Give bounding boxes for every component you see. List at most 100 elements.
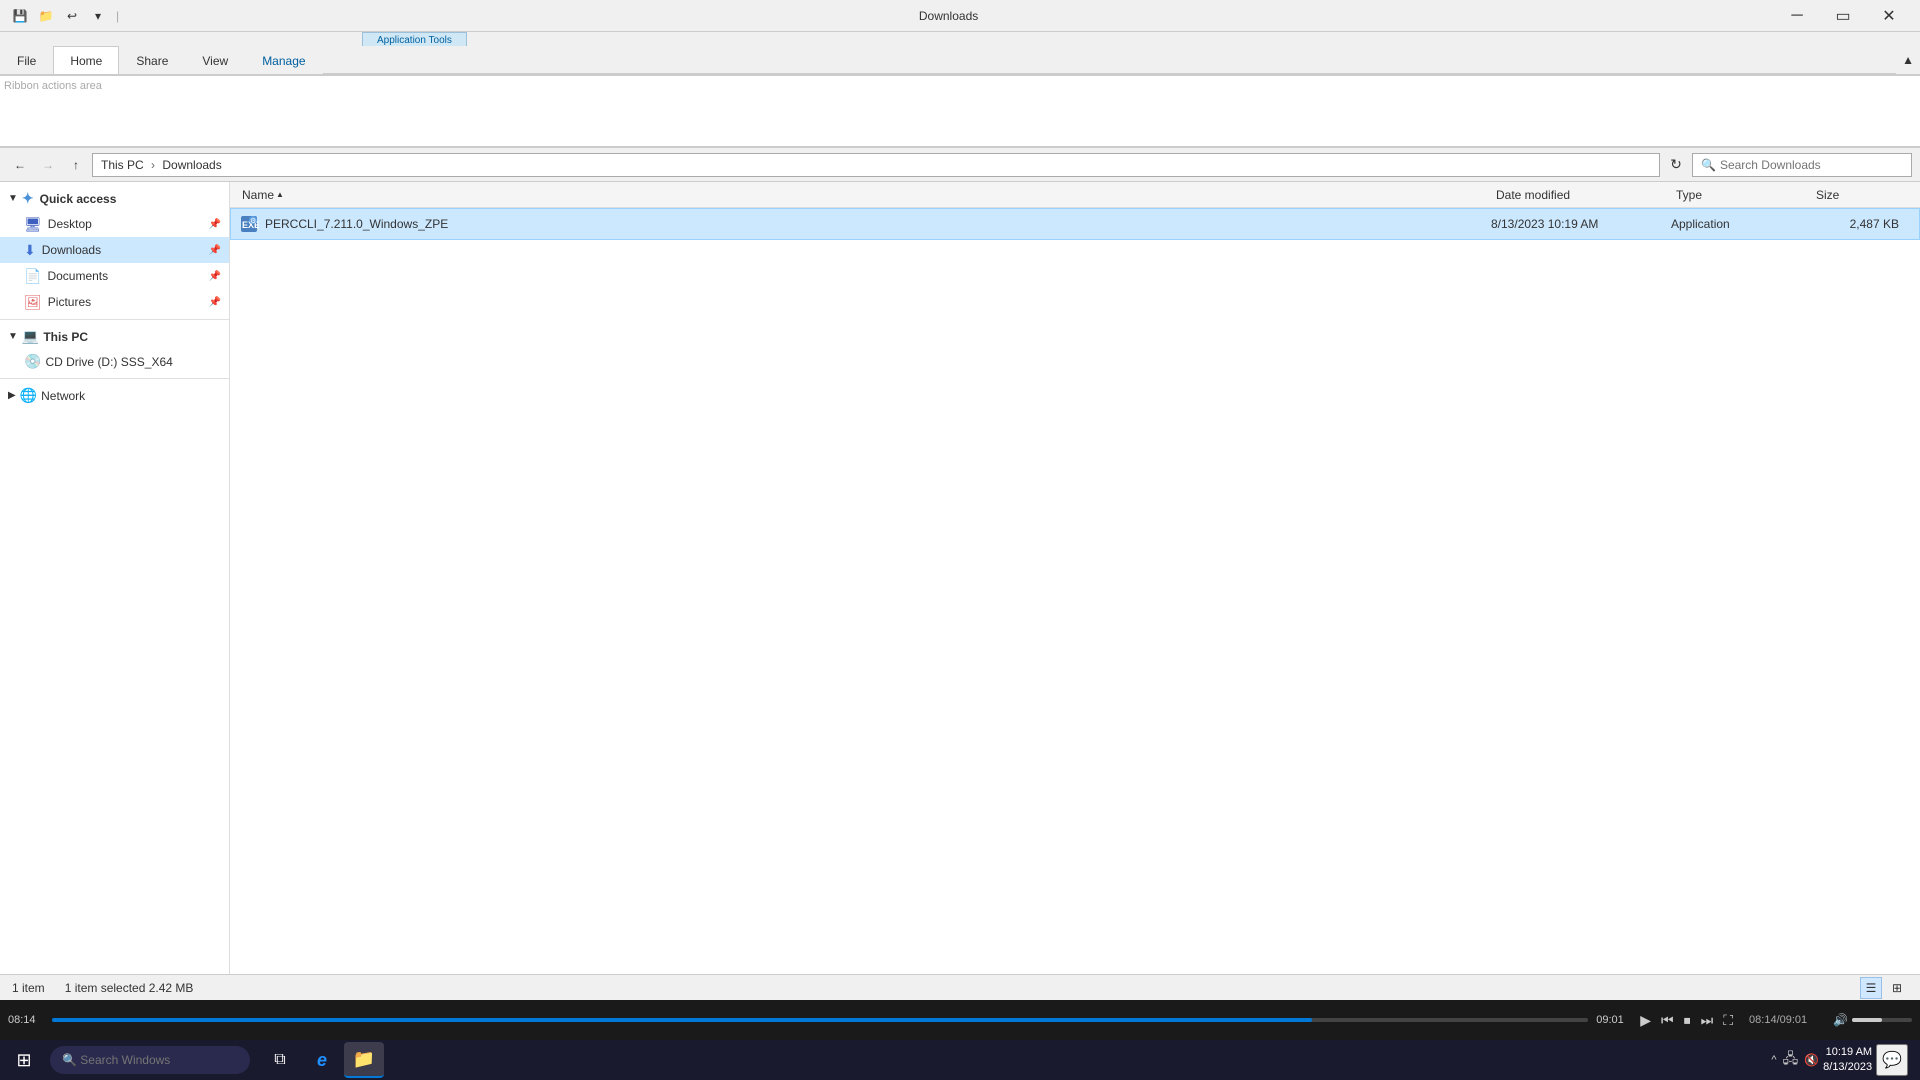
taskbar-search-input[interactable] xyxy=(50,1046,250,1074)
sidebar-this-pc-header[interactable]: ▼ 💻 This PC xyxy=(0,324,229,349)
main-layout: ▼ ✦ Quick access 🖥 Desktop 📌 ⬇ Downloads… xyxy=(0,182,1920,974)
col-header-name[interactable]: Name ▲ xyxy=(238,188,1492,202)
ribbon-content: Ribbon actions area xyxy=(4,80,102,92)
file-area: Name ▲ Date modified Type Size xyxy=(230,182,1920,974)
network-tray-icon: 🖧 xyxy=(1783,1048,1799,1072)
media-stop-button[interactable]: ⏹ xyxy=(1680,1008,1695,1033)
media-volume-section: 08:14/09:01 🔊 xyxy=(1749,1013,1912,1027)
tab-file[interactable]: File xyxy=(0,46,53,74)
media-extra-time: 08:14/09:01 xyxy=(1749,1014,1829,1026)
sidebar-divider-1 xyxy=(0,319,229,320)
quick-access-icon: ✦ xyxy=(22,190,34,207)
media-prev-button[interactable]: ⏮ xyxy=(1657,1008,1678,1033)
task-view-icon: ⧉ xyxy=(274,1051,285,1069)
col-header-type[interactable]: Type xyxy=(1672,188,1812,202)
system-clock[interactable]: 10:19 AM 8/13/2023 xyxy=(1823,1045,1872,1076)
clock-time: 10:19 AM xyxy=(1823,1045,1872,1060)
save-button[interactable]: 💾 xyxy=(8,4,32,28)
nav-bar: ← → ↑ This PC › Downloads ↻ 🔍 xyxy=(0,148,1920,182)
media-controls: ▶ ⏮ ⏹ ⏭ ⛶ xyxy=(1636,1008,1737,1033)
sort-arrow-icon: ▲ xyxy=(276,190,284,199)
tab-home[interactable]: Home xyxy=(53,46,119,74)
media-progress-bar[interactable] xyxy=(52,1018,1588,1022)
network-label: Network xyxy=(41,389,85,403)
file-name: PERCCLI_7.211.0_Windows_ZPE xyxy=(265,217,448,231)
quick-access-chevron-icon: ▼ xyxy=(8,193,18,204)
network-chevron-icon: ▶ xyxy=(8,390,16,401)
forward-button[interactable]: → xyxy=(36,153,60,177)
documents-icon: 📄 xyxy=(24,268,41,285)
sidebar-item-desktop[interactable]: 🖥 Desktop 📌 xyxy=(0,211,229,237)
sidebar-documents-label: Documents xyxy=(47,269,108,283)
search-input[interactable] xyxy=(1720,158,1903,172)
ribbon-bar: Ribbon actions area xyxy=(0,76,1920,148)
new-folder-button[interactable]: 📁 xyxy=(34,4,58,28)
sidebar-divider-2 xyxy=(0,378,229,379)
network-icon: 🌐 xyxy=(20,387,37,404)
media-time-end: 09:01 xyxy=(1596,1014,1632,1026)
address-bar[interactable]: This PC › Downloads xyxy=(92,153,1660,177)
ribbon-collapse-button[interactable]: ▲ xyxy=(1896,53,1920,67)
taskbar-pinned-apps: ⧉ e 📁 xyxy=(260,1042,384,1078)
taskbar-right: ^ 🖧 🔇 10:19 AM 8/13/2023 💬 xyxy=(1771,1044,1916,1076)
sidebar-item-pictures[interactable]: 🖼 Pictures 📌 xyxy=(0,289,229,315)
refresh-button[interactable]: ↻ xyxy=(1664,153,1688,177)
breadcrumb-downloads[interactable]: Downloads xyxy=(162,158,221,172)
qa-dropdown-button[interactable]: ▾ xyxy=(86,4,110,28)
media-fullscreen-button[interactable]: ⛶ xyxy=(1719,1008,1737,1033)
breadcrumb-this-pc[interactable]: This PC xyxy=(101,158,144,172)
table-row[interactable]: EXE ⚙ PERCCLI_7.211.0_Windows_ZPE 8/13/2… xyxy=(230,208,1920,240)
notification-button[interactable]: 💬 xyxy=(1876,1044,1908,1076)
show-hidden-button[interactable]: ^ xyxy=(1771,1054,1776,1066)
file-list: EXE ⚙ PERCCLI_7.211.0_Windows_ZPE 8/13/2… xyxy=(230,208,1920,974)
tab-manage[interactable]: Manage xyxy=(245,46,322,74)
back-button[interactable]: ← xyxy=(8,153,32,177)
window-controls: ─ ▭ ✕ xyxy=(1774,0,1912,32)
up-button[interactable]: ↑ xyxy=(64,153,88,177)
tabs-container: Application Tools File Home Share View M… xyxy=(0,32,1920,76)
media-play-button[interactable]: ▶ xyxy=(1636,1008,1655,1033)
maximize-button[interactable]: ▭ xyxy=(1820,0,1866,32)
desktop-icon: 🖥 xyxy=(24,216,42,233)
this-pc-chevron-icon: ▼ xyxy=(8,331,18,342)
taskbar-task-view-button[interactable]: ⧉ xyxy=(260,1042,300,1078)
window-title: Downloads xyxy=(123,9,1774,23)
pin-icon-desktop: 📌 xyxy=(209,219,221,230)
sidebar-quick-access-header[interactable]: ▼ ✦ Quick access xyxy=(0,186,229,211)
minimize-button[interactable]: ─ xyxy=(1774,0,1820,32)
pictures-icon: 🖼 xyxy=(24,294,42,311)
breadcrumb-sep-1: › xyxy=(148,158,159,172)
sidebar-item-documents[interactable]: 📄 Documents 📌 xyxy=(0,263,229,289)
search-icon: 🔍 xyxy=(1701,158,1716,172)
details-view-button[interactable]: ☰ xyxy=(1860,977,1882,999)
undo-button[interactable]: ↩ xyxy=(60,4,84,28)
taskbar-explorer-button[interactable]: 📁 xyxy=(344,1042,384,1078)
item-count: 1 item xyxy=(12,981,45,995)
taskbar-ie-button[interactable]: e xyxy=(302,1042,342,1078)
start-button[interactable]: ⊞ xyxy=(4,1040,44,1080)
taskbar: ⊞ ⧉ e 📁 ^ 🖧 🔇 10:19 AM 8/13/2023 💬 xyxy=(0,1040,1920,1080)
large-icons-view-button[interactable]: ⊞ xyxy=(1886,977,1908,999)
col-header-size[interactable]: Size xyxy=(1812,188,1912,202)
sidebar-item-downloads[interactable]: ⬇ Downloads 📌 xyxy=(0,237,229,263)
taskbar-search-container xyxy=(50,1046,250,1074)
tab-share[interactable]: Share xyxy=(119,46,185,74)
close-button[interactable]: ✕ xyxy=(1866,0,1912,32)
quick-access-toolbar: 💾 📁 ↩ ▾ | xyxy=(8,4,123,28)
sidebar-item-network[interactable]: ▶ 🌐 Network xyxy=(0,383,229,408)
tab-view[interactable]: View xyxy=(185,46,245,74)
media-time-start: 08:14 xyxy=(8,1014,44,1026)
sidebar-pictures-label: Pictures xyxy=(48,295,91,309)
status-right: ☰ ⊞ xyxy=(1860,977,1908,999)
volume-icon: 🔊 xyxy=(1833,1013,1848,1027)
pin-icon-pictures: 📌 xyxy=(209,297,221,308)
sidebar-item-cd[interactable]: 💿 CD Drive (D:) SSS_X64 xyxy=(0,349,229,374)
sidebar: ▼ ✦ Quick access 🖥 Desktop 📌 ⬇ Downloads… xyxy=(0,182,230,974)
media-progress-fill xyxy=(52,1018,1312,1022)
quick-access-label: Quick access xyxy=(40,192,117,206)
media-next-button[interactable]: ⏭ xyxy=(1697,1008,1718,1033)
col-header-date[interactable]: Date modified xyxy=(1492,188,1672,202)
svg-text:⚙: ⚙ xyxy=(250,217,256,225)
volume-bar[interactable] xyxy=(1852,1018,1912,1022)
this-pc-icon: 💻 xyxy=(22,328,39,345)
